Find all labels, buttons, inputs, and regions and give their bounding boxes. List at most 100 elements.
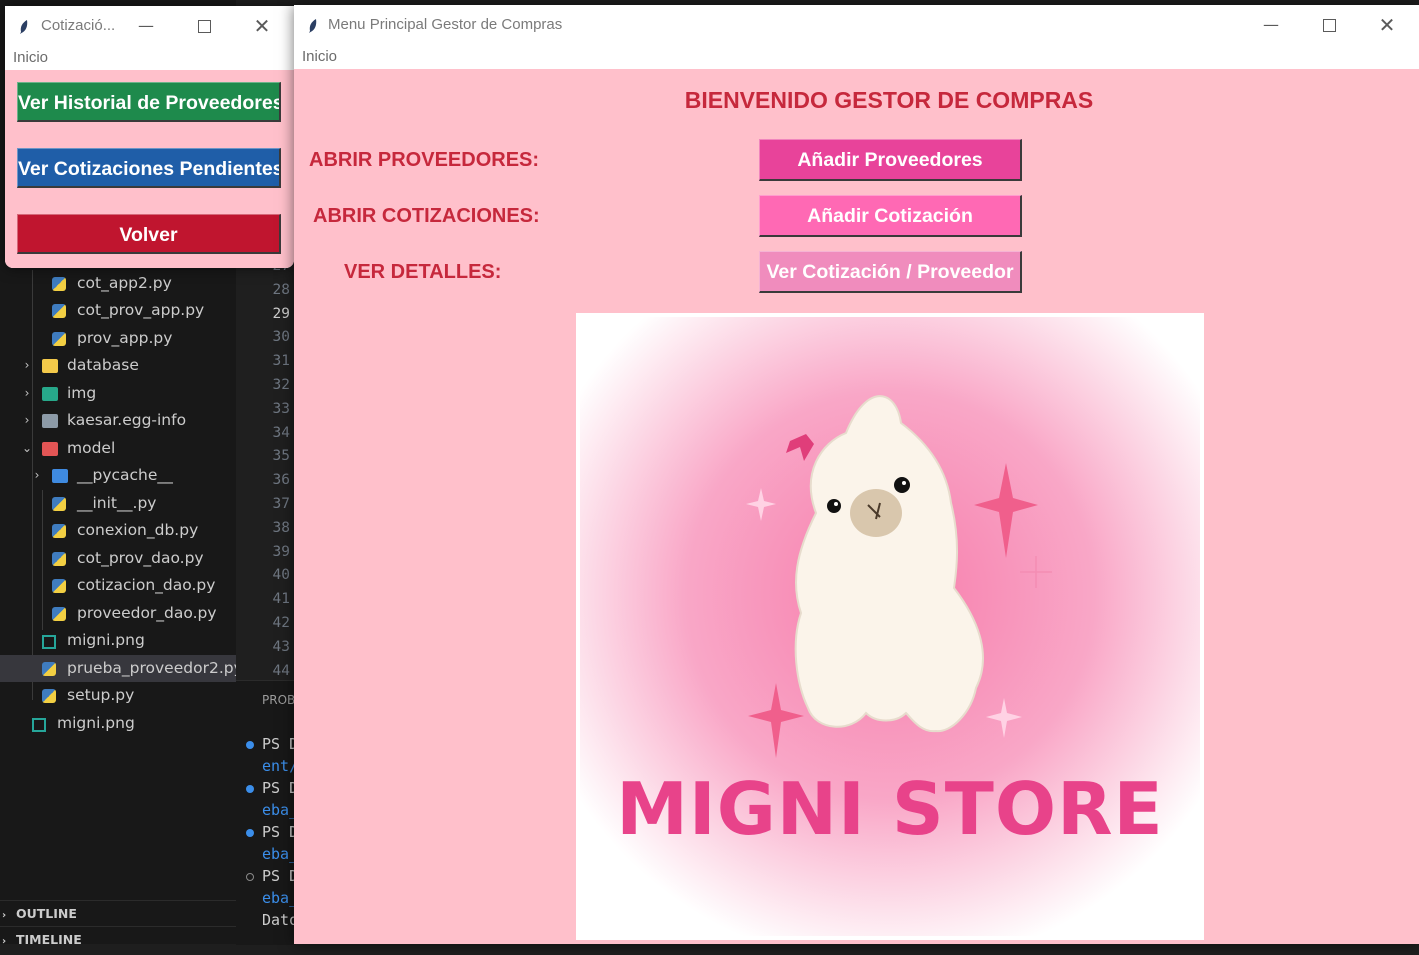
- image-file-icon: [32, 718, 46, 732]
- anadir-cotizacion-button[interactable]: Añadir Cotización: [759, 195, 1022, 237]
- python-file-icon: [52, 607, 66, 621]
- ver-cotizacion-proveedor-label: Ver Cotización / Proveedor: [766, 261, 1014, 283]
- tree-folder[interactable]: › kaesar.egg-info: [0, 407, 236, 434]
- command-status-icon[interactable]: [246, 829, 254, 837]
- tree-item-label: __pycache__: [77, 466, 173, 484]
- tree-file[interactable]: cot_prov_dao.py: [0, 545, 236, 572]
- ver-cotizacion-proveedor-button[interactable]: Ver Cotización / Proveedor: [759, 251, 1022, 293]
- tree-folder[interactable]: ⌄ model: [0, 435, 236, 462]
- tree-folder[interactable]: › img: [0, 380, 236, 407]
- outline-panel-header[interactable]: › OUTLINE: [0, 900, 236, 927]
- tree-item-label: img: [67, 384, 97, 402]
- terminal-line: Dato: [262, 911, 299, 929]
- feather-icon: [309, 19, 317, 33]
- line-number: 32: [272, 377, 290, 393]
- line-number: 35: [272, 448, 290, 465]
- tree-file[interactable]: proveedor_dao.py: [0, 600, 236, 627]
- chevron-right-icon[interactable]: ›: [30, 462, 44, 489]
- tree-item-label: cot_app2.py: [77, 274, 172, 292]
- line-number: 28: [272, 281, 290, 298]
- tree-item-label: __init__.py: [77, 494, 157, 512]
- line-number: 44: [272, 662, 290, 679]
- folder-icon: [42, 442, 58, 456]
- tree-item-label: model: [67, 439, 116, 457]
- cotizacion-window-title: Cotizació...: [41, 17, 116, 34]
- chevron-right-icon[interactable]: ›: [20, 352, 34, 379]
- tree-file[interactable]: migni.png: [0, 627, 236, 654]
- tree-file[interactable]: cotizacion_dao.py: [0, 572, 236, 599]
- terminal-line: ent/: [262, 757, 299, 775]
- line-number: 37: [272, 496, 290, 512]
- line-number: 39: [272, 543, 290, 560]
- tree-folder[interactable]: › database: [0, 352, 236, 379]
- menu-inicio[interactable]: Inicio: [302, 45, 337, 69]
- ver-historial-proveedores-button[interactable]: Ver Historial de Proveedores: [17, 82, 281, 122]
- feather-icon: [20, 20, 28, 34]
- maximize-icon: [1322, 19, 1336, 32]
- minimize-button[interactable]: —: [117, 6, 175, 46]
- line-number: 31: [272, 353, 290, 370]
- python-file-icon: [42, 662, 56, 676]
- menu-inicio[interactable]: Inicio: [13, 46, 48, 70]
- timeline-panel-header[interactable]: › TIMELINE: [0, 926, 236, 953]
- command-status-icon[interactable]: [246, 741, 254, 749]
- folder-icon: [42, 387, 58, 401]
- volver-button[interactable]: Volver: [17, 214, 281, 254]
- python-file-icon: [52, 304, 66, 318]
- python-file-icon: [52, 579, 66, 593]
- tree-file[interactable]: prueba_proveedor2.py: [0, 655, 243, 682]
- ver-cotizaciones-label: Ver Cotizaciones Pendientes: [18, 158, 281, 180]
- close-button[interactable]: ✕: [1358, 5, 1416, 45]
- chevron-right-icon[interactable]: ›: [20, 407, 34, 434]
- abrir-cotizaciones-label: ABRIR COTIZACIONES:: [313, 205, 540, 227]
- python-file-icon: [42, 689, 56, 703]
- tree-file[interactable]: conexion_db.py: [0, 517, 236, 544]
- line-number: 33: [272, 400, 290, 417]
- tree-file[interactable]: __init__.py: [0, 490, 236, 517]
- chevron-right-icon[interactable]: ›: [20, 380, 34, 407]
- tree-item-label: cotizacion_dao.py: [77, 576, 216, 594]
- chevron-down-icon[interactable]: ⌄: [20, 435, 34, 462]
- close-button[interactable]: ✕: [233, 6, 291, 46]
- line-number: 42: [272, 615, 290, 631]
- abrir-proveedores-label: ABRIR PROVEEDORES:: [309, 149, 540, 171]
- python-file-icon: [52, 497, 66, 511]
- python-file-icon: [52, 332, 66, 346]
- terminal-line: eba_: [262, 889, 299, 907]
- ver-detalles-label: VER DETALLES:: [344, 261, 502, 283]
- minimize-button[interactable]: —: [1242, 5, 1300, 45]
- main-titlebar[interactable]: Menu Principal Gestor de Compras — ✕: [294, 5, 1419, 45]
- problems-tab[interactable]: PROB: [262, 693, 295, 707]
- ver-cotizaciones-pendientes-button[interactable]: Ver Cotizaciones Pendientes: [17, 148, 281, 188]
- main-body: BIENVENIDO GESTOR DE COMPRAS ABRIR PROVE…: [294, 69, 1419, 944]
- cotizacion-titlebar[interactable]: Cotizació... — ✕: [5, 6, 294, 46]
- tree-file[interactable]: migni.png: [0, 710, 236, 737]
- folder-icon: [52, 469, 68, 483]
- tree-item-label: kaesar.egg-info: [67, 411, 187, 429]
- outline-label: OUTLINE: [16, 906, 77, 921]
- tree-item-label: setup.py: [67, 686, 135, 704]
- line-number: 41: [272, 591, 290, 608]
- terminal-line: eba_: [262, 845, 299, 863]
- maximize-button[interactable]: [1300, 5, 1358, 45]
- maximize-button[interactable]: [175, 6, 233, 46]
- tree-folder[interactable]: › __pycache__: [0, 462, 236, 489]
- tree-file[interactable]: prov_app.py: [0, 325, 236, 352]
- tree-file[interactable]: cot_prov_app.py: [0, 297, 236, 324]
- main-window-title: Menu Principal Gestor de Compras: [328, 16, 563, 33]
- command-status-icon[interactable]: [246, 785, 254, 793]
- line-number: 43: [272, 638, 290, 655]
- tree-file[interactable]: setup.py: [0, 682, 236, 709]
- line-number: 29: [272, 305, 290, 322]
- tree-item-label: prov_app.py: [77, 329, 173, 347]
- cotizacion-body: Ver Historial de Proveedores Ver Cotizac…: [5, 70, 294, 268]
- command-status-icon[interactable]: [246, 873, 254, 881]
- ver-historial-label: Ver Historial de Proveedores: [18, 92, 281, 114]
- tree-item-label: cot_prov_dao.py: [77, 549, 204, 567]
- volver-label: Volver: [119, 224, 178, 246]
- folder-icon: [42, 359, 58, 373]
- tree-file[interactable]: cot_app2.py: [0, 270, 236, 297]
- anadir-proveedores-button[interactable]: Añadir Proveedores: [759, 139, 1022, 181]
- main-menu-window: Menu Principal Gestor de Compras — ✕ Ini…: [294, 5, 1419, 944]
- terminal-line: PS D: [262, 779, 299, 797]
